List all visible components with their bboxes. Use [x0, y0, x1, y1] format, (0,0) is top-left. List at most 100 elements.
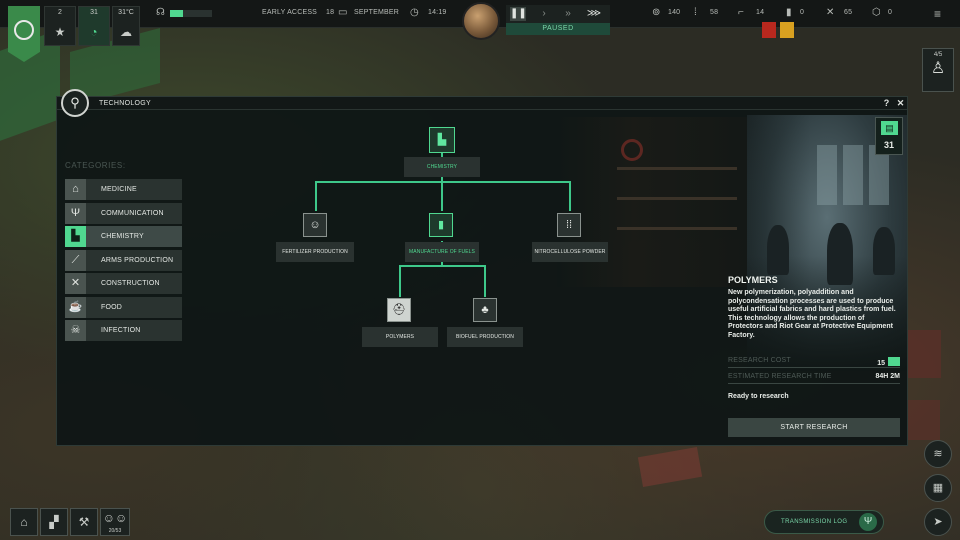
category-label: MEDICINE [101, 186, 137, 193]
faction-emblem-icon [14, 20, 34, 40]
category-label: CHEMISTRY [101, 233, 144, 240]
research-time-label: ESTIMATED RESEARCH TIME [728, 373, 832, 380]
shelter-button[interactable]: ⌂ [10, 508, 38, 536]
paused-label: PAUSED [506, 23, 610, 35]
food-icon: ☕ [65, 297, 86, 318]
category-chemistry[interactable]: ▙ CHEMISTRY [65, 226, 182, 247]
temperature-value: 31°C [118, 9, 134, 16]
game-speed-controls: ❚❚ › » ⋙ [506, 5, 610, 23]
month-value: SEPTEMBER [354, 9, 399, 16]
help-button[interactable]: ? [881, 98, 892, 109]
rifle-icon: ⟋ [65, 250, 86, 271]
stat-value: 2 [58, 9, 62, 16]
ammo-icon: ⁞ [694, 7, 697, 18]
alert-icon[interactable] [762, 22, 776, 38]
tech-node-nitrocellulose[interactable]: NITROCELLULOSE POWDER [532, 242, 608, 262]
tools-icon: ✕ [826, 7, 835, 18]
technology-window: TECHNOLOGY ? ✕ ⚲ CATEGORIES: ⌂ MEDICINE … [56, 89, 908, 446]
fuel-value: 0 [800, 9, 805, 16]
pause-button[interactable]: ❚❚ [510, 7, 527, 21]
money-value: 140 [668, 9, 681, 16]
research-points-badge: ▤ 31 [875, 117, 903, 155]
microscope-icon: ⚲ [61, 89, 89, 117]
tech-node-chemistry[interactable]: CHEMISTRY [404, 157, 480, 177]
transmission-log-label: TRANSMISSION LOG [781, 519, 848, 525]
menu-icon[interactable]: ≡ [934, 7, 941, 21]
antenna-icon: Ψ [65, 203, 86, 224]
compass-button[interactable]: ➤ [924, 508, 952, 536]
riot-gear-icon[interactable]: ⛑ [387, 298, 411, 322]
research-points-value: 31 [883, 140, 894, 150]
grid-button[interactable]: ▦ [924, 474, 952, 502]
chemistry-node-icon[interactable]: ▙ [429, 127, 455, 153]
tech-description: New polymerization, polyaddition and pol… [728, 289, 896, 339]
map-building [905, 330, 941, 378]
hammer-button[interactable]: ⚒ [70, 508, 98, 536]
plant-icon[interactable]: ♣ [473, 298, 497, 322]
window-header: TECHNOLOGY ? ✕ [57, 97, 907, 110]
research-time-row: ESTIMATED RESEARCH TIME 84H 2M [728, 371, 900, 384]
category-medicine[interactable]: ⌂ MEDICINE [65, 179, 182, 200]
calendar-icon: ▭ [338, 7, 348, 18]
fertilizer-icon[interactable]: ☺ [303, 213, 327, 237]
population-panel[interactable]: 4/5 ♙ [922, 48, 954, 92]
build-button[interactable]: ▞ [40, 508, 68, 536]
tech-node-fertilizer[interactable]: FERTILIZER PRODUCTION [276, 242, 354, 262]
research-icon: ◔ [90, 25, 98, 39]
play-button[interactable]: › [536, 7, 552, 21]
weather-box[interactable]: 31°C ☁ [112, 6, 140, 46]
book-icon [888, 357, 900, 366]
ammo-value: 58 [710, 9, 719, 16]
warning-sign-icon [621, 139, 643, 161]
fuel-icon: ▮ [786, 7, 792, 18]
category-communication[interactable]: Ψ COMMUNICATION [65, 203, 182, 224]
category-label: FOOD [101, 304, 123, 311]
research-cost-row: RESEARCH COST 15 [728, 355, 900, 368]
tech-node-fuels[interactable]: MANUFACTURE OF FUELS [405, 242, 479, 262]
factory-icon: ▙ [65, 226, 86, 247]
star-icon: ★ [54, 25, 66, 39]
category-construction[interactable]: ✕ CONSTRUCTION [65, 273, 182, 294]
tech-node-biofuel[interactable]: BIOFUEL PRODUCTION [447, 327, 523, 347]
tech-title: POLYMERS [728, 275, 778, 285]
research-cost-value-wrap: 15 [877, 357, 900, 367]
time-value: 14:19 [428, 9, 447, 16]
antenna-icon: Ψ [859, 513, 877, 531]
faction-badge[interactable] [8, 6, 40, 62]
research-status: Ready to research [728, 393, 789, 400]
tools-value: 65 [844, 9, 853, 16]
categories-heading: CATEGORIES: [65, 161, 126, 170]
research-time-value: 84H 2M [875, 373, 900, 380]
layers-button[interactable]: ≋ [924, 440, 952, 468]
energy-bar [170, 10, 212, 17]
stat-research[interactable]: 31 ◔ [78, 6, 110, 46]
research-cost-label: RESEARCH COST [728, 357, 791, 364]
category-label: COMMUNICATION [101, 210, 164, 217]
skull-icon: ☠ [65, 320, 86, 341]
gun-icon: ⌐ [738, 7, 744, 18]
research-cost-value: 15 [877, 360, 885, 367]
radio-icon[interactable]: ☊ [156, 7, 165, 18]
category-arms-production[interactable]: ⟋ ARMS PRODUCTION [65, 250, 182, 271]
category-label: ARMS PRODUCTION [101, 257, 174, 264]
category-infection[interactable]: ☠ INFECTION [65, 320, 182, 341]
stat-stars[interactable]: 2 ★ [44, 6, 76, 46]
money-icon: ⊚ [652, 7, 661, 18]
person-icon: ♙ [930, 60, 946, 77]
ammo-icon[interactable]: ⁞⁞ [557, 213, 581, 237]
category-label: INFECTION [101, 327, 141, 334]
daylight-globe [462, 2, 500, 40]
category-food[interactable]: ☕ FOOD [65, 297, 182, 318]
medicine-icon: ⌂ [65, 179, 86, 200]
transmission-log-button[interactable]: TRANSMISSION LOG Ψ [764, 510, 884, 534]
fastest-button[interactable]: ⋙ [586, 7, 602, 21]
start-research-button[interactable]: START RESEARCH [728, 418, 900, 437]
close-button[interactable]: ✕ [895, 98, 906, 109]
fuel-canister-icon[interactable]: ▮ [429, 213, 453, 237]
category-label: CONSTRUCTION [101, 280, 160, 287]
day-value: 18 [326, 9, 335, 16]
fast-button[interactable]: » [560, 7, 576, 21]
warning-icon[interactable] [780, 22, 794, 38]
people-button[interactable]: ☺☺ 20/53 [100, 508, 130, 536]
tech-node-polymers[interactable]: POLYMERS [362, 327, 438, 347]
